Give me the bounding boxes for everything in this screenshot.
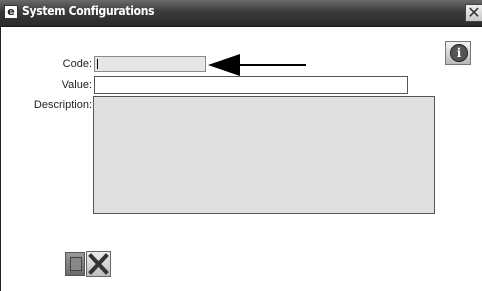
window-border bbox=[0, 26, 1, 291]
info-icon: i bbox=[450, 44, 468, 62]
code-label: Code: bbox=[62, 58, 92, 70]
value-label: Value: bbox=[61, 79, 92, 91]
title-bar: e System Configurations ✕ bbox=[0, 0, 482, 27]
window-title: System Configurations bbox=[22, 4, 155, 18]
close-button[interactable]: ✕ bbox=[465, 4, 482, 22]
description-label: Description: bbox=[33, 99, 92, 111]
text-caret bbox=[97, 59, 98, 69]
info-button[interactable]: i bbox=[445, 41, 471, 65]
left-arrow-icon bbox=[208, 54, 306, 76]
cancel-button[interactable] bbox=[86, 251, 111, 277]
e-app-icon: e bbox=[4, 5, 18, 19]
cancel-x-icon bbox=[88, 253, 109, 275]
code-field[interactable] bbox=[94, 56, 206, 72]
save-icon bbox=[70, 257, 82, 271]
save-button[interactable] bbox=[65, 252, 85, 276]
description-field[interactable] bbox=[93, 96, 435, 214]
value-field[interactable] bbox=[94, 76, 408, 94]
